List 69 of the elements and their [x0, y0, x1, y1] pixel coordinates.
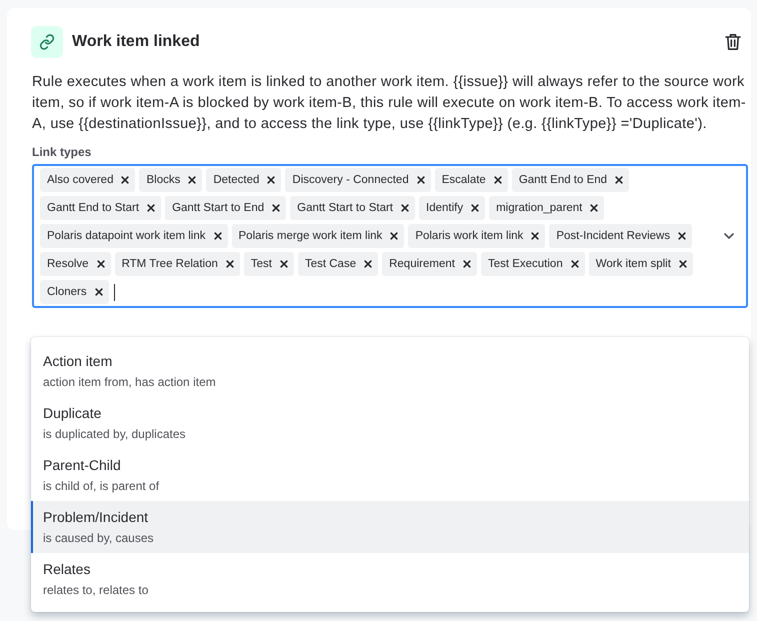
- tag-label: Also covered: [47, 173, 114, 188]
- tag-label: Gantt Start to End: [172, 201, 264, 216]
- tag-label: Detected: [213, 173, 260, 188]
- dropdown-option[interactable]: Duplicate is duplicated by, duplicates: [31, 397, 749, 449]
- tag-label: migration_parent: [496, 201, 582, 216]
- remove-icon[interactable]: [416, 176, 425, 184]
- option-description: relates to, relates to: [43, 582, 148, 598]
- tag-label: Work item split: [596, 257, 671, 272]
- option-description: is duplicated by, duplicates: [43, 426, 186, 442]
- tag-label: Resolve: [47, 257, 89, 272]
- remove-icon[interactable]: [121, 176, 130, 184]
- tag-label: Identify: [426, 201, 464, 216]
- remove-icon[interactable]: [590, 204, 598, 212]
- remove-icon[interactable]: [531, 232, 540, 240]
- remove-icon[interactable]: [615, 176, 624, 184]
- tag-label: Gantt Start to Start: [297, 201, 393, 216]
- tag-label: Escalate: [442, 173, 486, 188]
- tag-label: Polaris datapoint work item link: [47, 229, 206, 244]
- option-description: is child of, is parent of: [43, 478, 160, 494]
- tag-label: Post-Incident Reviews: [556, 229, 670, 244]
- tag-label: Gantt End to End: [518, 173, 608, 188]
- tag-label: Test: [250, 257, 272, 272]
- trash-icon[interactable]: [725, 32, 741, 50]
- rule-description: Rule executes when a work item is linked to another work item. {{issue}} will always refer to the source work item, so if work item-A is blocked by work item-B, this rule will execute on work item-B. To access work item-A, use {{destinationIssue}}, and to access the link type, use {{linkType}} (e.g. {{linkType}} ='Duplicate').: [32, 73, 747, 134]
- option-name: Duplicate: [43, 404, 102, 423]
- remove-icon[interactable]: [272, 204, 280, 212]
- remove-icon[interactable]: [364, 260, 372, 268]
- chevron-down-icon[interactable]: [724, 233, 734, 239]
- rule-title: Work item linked: [72, 33, 201, 51]
- remove-icon[interactable]: [188, 176, 196, 184]
- remove-icon[interactable]: [96, 260, 105, 268]
- option-description: action item from, has action item: [43, 374, 216, 390]
- tag-label: RTM Tree Relation: [122, 257, 218, 272]
- option-name: Parent-Child: [43, 456, 121, 475]
- tag-label: Polaris work item link: [415, 229, 524, 244]
- remove-icon[interactable]: [267, 176, 276, 184]
- remove-icon[interactable]: [494, 176, 502, 184]
- remove-icon[interactable]: [678, 232, 686, 240]
- remove-icon[interactable]: [214, 232, 222, 240]
- tag-label: Test Execution: [488, 257, 563, 272]
- remove-icon[interactable]: [570, 260, 579, 268]
- tag-label: Requirement: [389, 257, 455, 272]
- text-cursor-icon: [114, 284, 115, 300]
- remove-icon[interactable]: [678, 260, 687, 268]
- remove-icon[interactable]: [471, 204, 480, 212]
- tag-label: Test Case: [304, 257, 356, 272]
- remove-icon[interactable]: [401, 204, 409, 212]
- field-label: Link types: [32, 144, 92, 160]
- dropdown-option[interactable]: Action item action item from, has action item: [31, 345, 749, 397]
- dropdown-option[interactable]: Relates relates to, relates to: [31, 553, 749, 605]
- tag-label: Gantt End to Start: [47, 201, 140, 216]
- remove-icon[interactable]: [462, 260, 471, 268]
- tag-label: Cloners: [47, 285, 87, 300]
- remove-icon[interactable]: [147, 204, 156, 212]
- tag-label: Polaris merge work item link: [238, 229, 382, 244]
- option-description: is caused by, causes: [43, 530, 154, 546]
- option-name: Action item: [43, 352, 112, 371]
- tag-label: Blocks: [146, 173, 180, 188]
- link-types-field[interactable]: [32, 164, 748, 308]
- remove-icon[interactable]: [226, 260, 234, 268]
- remove-icon[interactable]: [94, 288, 103, 296]
- option-name: Relates: [43, 560, 90, 579]
- link-icon: [31, 26, 63, 58]
- option-name: Problem/Incident: [43, 508, 148, 527]
- remove-icon[interactable]: [390, 232, 398, 240]
- dropdown-option[interactable]: Problem/Incident is caused by, causes: [31, 501, 749, 553]
- remove-icon[interactable]: [280, 260, 288, 268]
- tag-label: Discovery - Connected: [292, 173, 409, 188]
- dropdown-option[interactable]: Parent-Child is child of, is parent of: [31, 449, 749, 501]
